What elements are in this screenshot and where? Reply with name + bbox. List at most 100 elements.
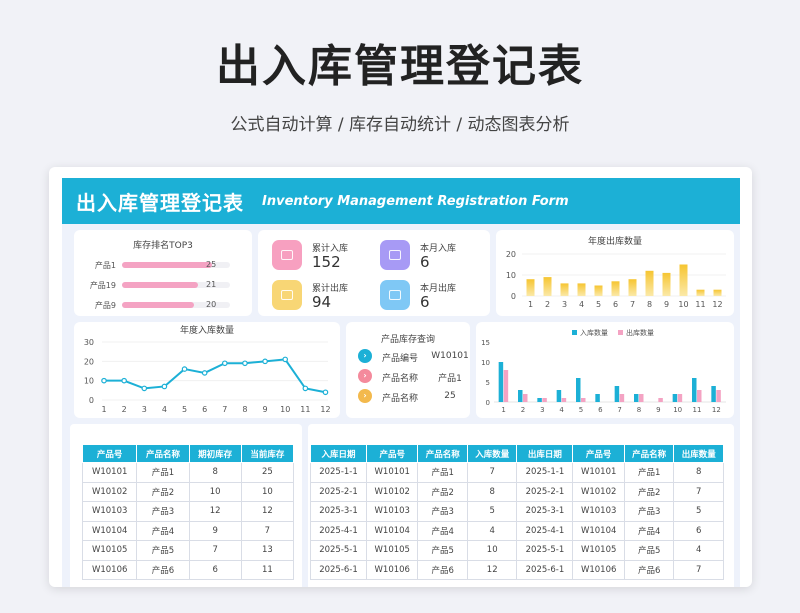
column-header[interactable]: 出库日期 (516, 444, 574, 463)
table-cell[interactable]: 12 (240, 501, 295, 522)
table-cell[interactable]: 2025-2-1 (310, 481, 367, 502)
x-tick-label: 10 (280, 405, 290, 414)
table-cell[interactable]: 6 (188, 559, 242, 580)
table-cell[interactable]: 5 (466, 501, 518, 522)
column-header[interactable]: 产品号 (572, 444, 625, 463)
column-header[interactable]: 产品名称 (623, 444, 675, 463)
table-cell[interactable]: 2025-3-1 (310, 501, 367, 522)
column-header[interactable]: 产品号 (81, 444, 138, 463)
column-header[interactable]: 产品号 (365, 444, 419, 463)
y-tick-label: 0 (511, 292, 516, 301)
table-cell[interactable]: W10103 (572, 501, 625, 522)
table-cell[interactable]: 12 (466, 559, 518, 580)
table-row: 2025-3-1 W10103 产品3 5 2025-3-1 W10103 产品3 5 (310, 501, 724, 522)
table-cell[interactable]: 8 (673, 462, 724, 483)
table-cell[interactable]: 13 (240, 540, 295, 561)
table-cell[interactable]: W10103 (81, 501, 138, 522)
table-row: 2025-6-1 W10106 产品6 12 2025-6-1 W10106 产品6 7 (310, 559, 724, 580)
table-cell[interactable]: W10101 (365, 462, 419, 483)
bar (556, 390, 562, 402)
table-cell[interactable]: 7 (466, 462, 518, 483)
table-cell[interactable]: 产品4 (417, 520, 468, 541)
table-cell[interactable]: W10104 (572, 520, 625, 541)
table-cell[interactable]: 产品3 (623, 501, 675, 522)
table-cell[interactable]: 11 (240, 559, 295, 580)
table-cell[interactable]: 4 (673, 540, 724, 561)
table-cell[interactable]: 产品5 (623, 540, 675, 561)
table-cell[interactable]: W10106 (81, 559, 138, 580)
table-cell[interactable]: 产品3 (417, 501, 468, 522)
table-cell[interactable]: 25 (240, 462, 295, 483)
table-cell[interactable]: 产品3 (136, 501, 190, 522)
table-cell[interactable]: 产品1 (136, 462, 190, 483)
table-cell[interactable]: 10 (466, 540, 518, 561)
column-header[interactable]: 当前库存 (240, 444, 295, 463)
table-cell[interactable]: W10104 (81, 520, 138, 541)
table-cell[interactable]: 7 (673, 481, 724, 502)
table-cell[interactable]: 2025-1-1 (516, 462, 574, 483)
table-cell[interactable]: 10 (188, 481, 242, 502)
column-header[interactable]: 入库日期 (310, 444, 367, 463)
table-cell[interactable]: 7 (188, 540, 242, 561)
table-cell[interactable]: 产品2 (623, 481, 675, 502)
table-cell[interactable]: 2025-6-1 (310, 559, 367, 580)
data-point (222, 360, 228, 367)
table-cell[interactable]: 产品5 (136, 540, 190, 561)
bar (498, 362, 504, 402)
table-cell[interactable]: 2025-4-1 (516, 520, 574, 541)
table-cell[interactable]: 产品1 (623, 462, 675, 483)
table-row: W10105 产品5 7 13 (81, 540, 295, 561)
table-cell[interactable]: 产品6 (136, 559, 190, 580)
table-row: W10104 产品4 9 7 (81, 520, 295, 541)
query-value: W10101 (431, 351, 469, 361)
table-cell[interactable]: 9 (188, 520, 242, 541)
column-header[interactable]: 入库数量 (466, 444, 518, 463)
table-cell[interactable]: 产品2 (136, 481, 190, 502)
table-cell[interactable]: W10101 (81, 462, 138, 483)
table-cell[interactable]: 产品4 (136, 520, 190, 541)
table-cell[interactable]: 4 (466, 520, 518, 541)
table-cell[interactable]: W10105 (365, 540, 419, 561)
table-cell[interactable]: 2025-4-1 (310, 520, 367, 541)
table-cell[interactable]: W10102 (365, 481, 419, 502)
column-header[interactable]: 出库数量 (673, 444, 724, 463)
table-cell[interactable]: 2025-1-1 (310, 462, 367, 483)
table-cell[interactable]: 7 (673, 559, 724, 580)
table-cell[interactable]: 2025-5-1 (310, 540, 367, 561)
table-cell[interactable]: 2025-6-1 (516, 559, 574, 580)
table-cell[interactable]: 产品6 (417, 559, 468, 580)
table-cell[interactable]: 2025-3-1 (516, 501, 574, 522)
table-cell[interactable]: 2025-5-1 (516, 540, 574, 561)
column-header[interactable]: 产品名称 (417, 444, 468, 463)
table-cell[interactable]: W10105 (572, 540, 625, 561)
table-cell[interactable]: 产品1 (417, 462, 468, 483)
x-tick-label: 3 (540, 406, 544, 414)
table-cell[interactable]: 10 (240, 481, 295, 502)
table-cell[interactable]: W10106 (365, 559, 419, 580)
column-header[interactable]: 产品名称 (136, 444, 190, 463)
table-cell[interactable]: W10102 (572, 481, 625, 502)
table-cell[interactable]: W10103 (365, 501, 419, 522)
table-cell[interactable]: 7 (240, 520, 295, 541)
table-cell[interactable]: W10101 (572, 462, 625, 483)
table-cell[interactable]: W10105 (81, 540, 138, 561)
table-cell[interactable]: 5 (673, 501, 724, 522)
table-cell[interactable]: 8 (466, 481, 518, 502)
table-cell[interactable]: 12 (188, 501, 242, 522)
table-cell[interactable]: W10106 (572, 559, 625, 580)
x-tick-label: 10 (678, 300, 688, 309)
x-tick-label: 3 (562, 300, 567, 309)
column-header[interactable]: 期初库存 (188, 444, 242, 463)
table-cell[interactable]: W10102 (81, 481, 138, 502)
table-cell[interactable]: 8 (188, 462, 242, 483)
table-cell[interactable]: 产品6 (623, 559, 675, 580)
table-cell[interactable]: 产品2 (417, 481, 468, 502)
bar (614, 386, 620, 402)
table-row: W10102 产品2 10 10 (81, 481, 295, 502)
table-cell[interactable]: 产品4 (623, 520, 675, 541)
table-cell[interactable]: W10104 (365, 520, 419, 541)
table-cell[interactable]: 6 (673, 520, 724, 541)
y-tick-label: 10 (481, 359, 490, 367)
table-cell[interactable]: 产品5 (417, 540, 468, 561)
table-cell[interactable]: 2025-2-1 (516, 481, 574, 502)
